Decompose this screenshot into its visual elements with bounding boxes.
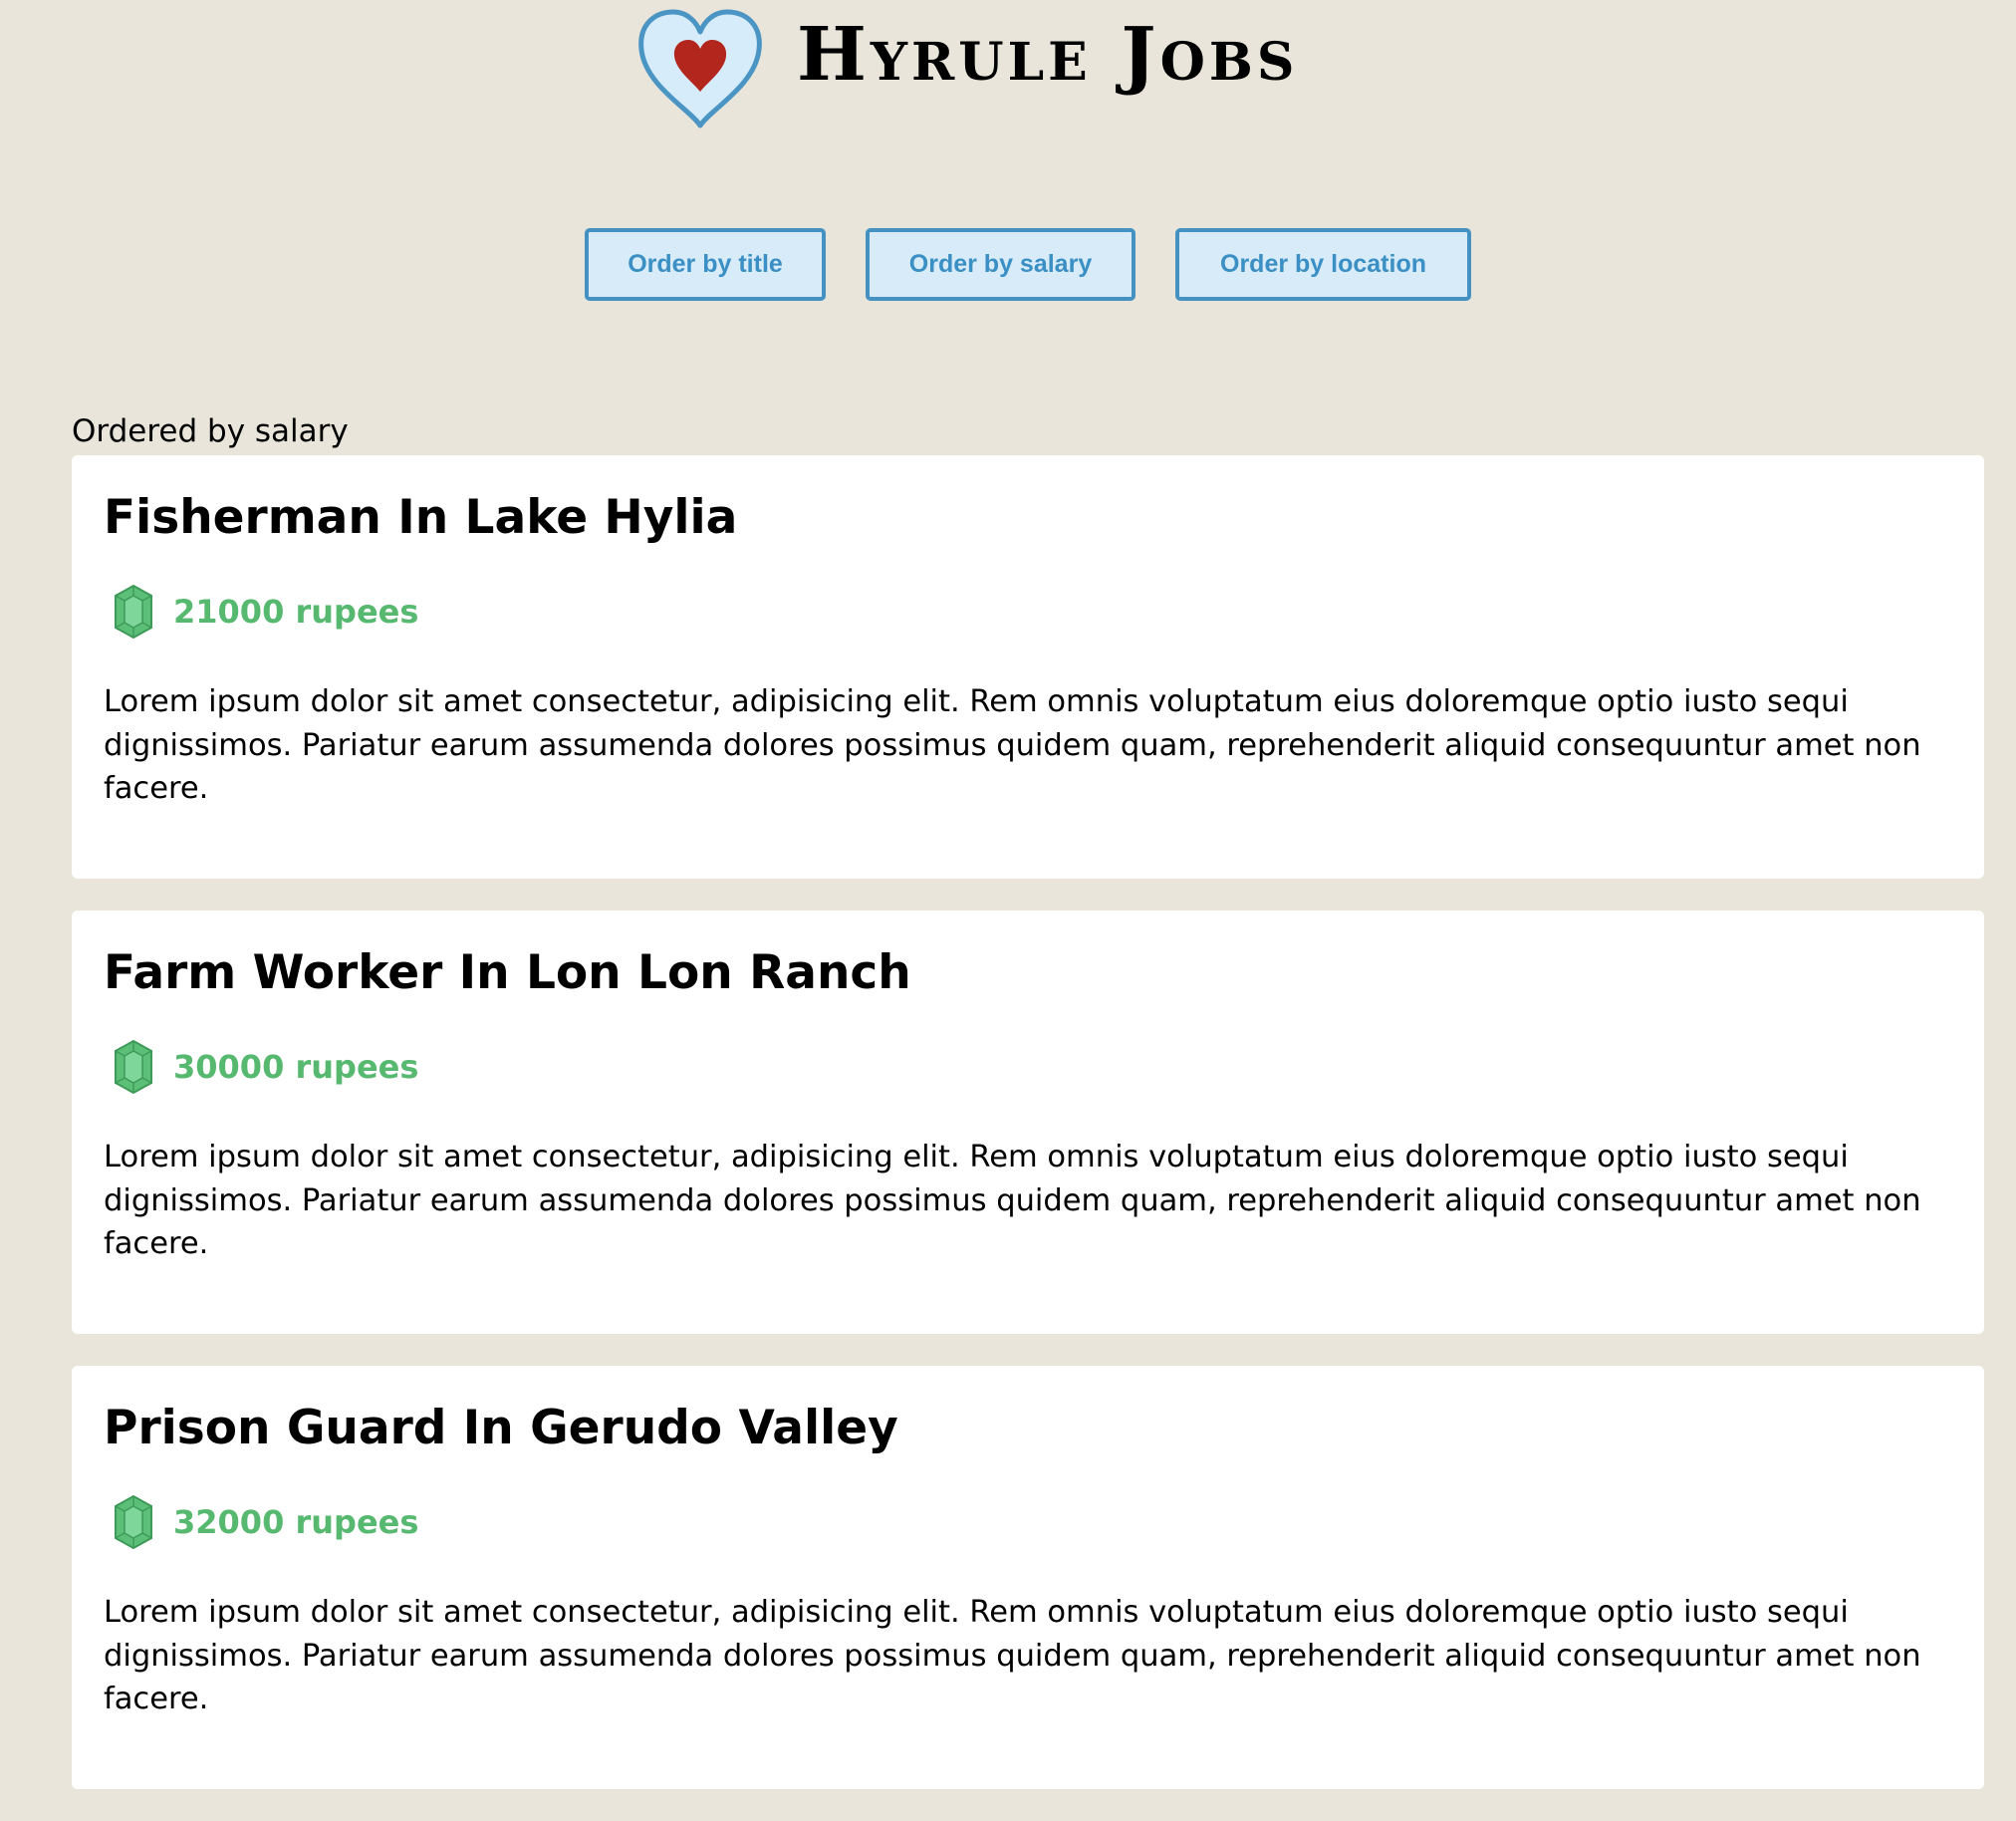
- order-by-location-button[interactable]: Order by location: [1175, 228, 1471, 301]
- job-description: Lorem ipsum dolor sit amet consectetur, …: [104, 1595, 1921, 1717]
- job-title: Prison Guard In Gerudo Valley: [104, 1401, 898, 1455]
- salary-row: 32000 rupees: [104, 1493, 1952, 1551]
- order-status: Ordered by salary: [72, 413, 349, 449]
- rupee-gem-icon: [115, 1039, 152, 1095]
- job-title: Farm Worker In Lon Lon Ranch: [104, 945, 911, 1000]
- heart-container-icon: [638, 9, 762, 129]
- job-description: Lorem ipsum dolor sit amet consectetur, …: [104, 1140, 1921, 1262]
- salary-amount: 30000 rupees: [173, 1048, 419, 1087]
- job-list: Fisherman In Lake Hylia 21000 rupees Lor…: [72, 455, 1984, 1821]
- job-card: Fisherman In Lake Hylia 21000 rupees Lor…: [72, 455, 1984, 879]
- salary-amount: 32000 rupees: [173, 1503, 419, 1542]
- order-by-title-button[interactable]: Order by title: [585, 228, 826, 301]
- job-description: Lorem ipsum dolor sit amet consectetur, …: [104, 684, 1921, 807]
- salary-amount: 21000 rupees: [173, 593, 419, 632]
- rupee-gem-icon: [115, 584, 152, 640]
- job-card: Prison Guard In Gerudo Valley 32000 rupe…: [72, 1366, 1984, 1789]
- job-title: Fisherman In Lake Hylia: [104, 490, 738, 545]
- salary-row: 30000 rupees: [104, 1038, 1952, 1096]
- order-actions: Order by title Order by salary Order by …: [0, 228, 2016, 301]
- order-by-salary-button[interactable]: Order by salary: [866, 228, 1135, 301]
- site-title: Hyrule Jobs: [797, 12, 1299, 98]
- salary-row: 21000 rupees: [104, 583, 1952, 641]
- job-card: Farm Worker In Lon Lon Ranch 30000 rupee…: [72, 910, 1984, 1334]
- rupee-gem-icon: [115, 1494, 152, 1550]
- site-header: Hyrule Jobs: [0, 0, 2016, 139]
